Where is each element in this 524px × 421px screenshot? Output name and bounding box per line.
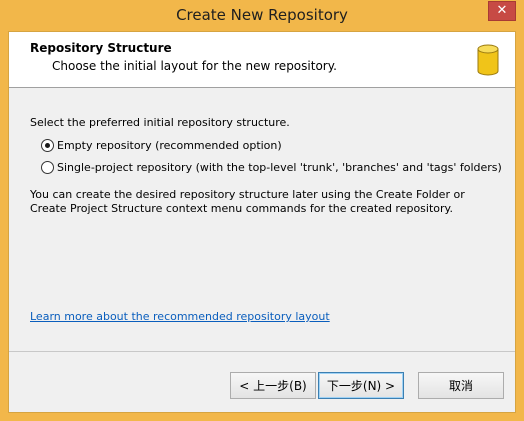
cancel-button[interactable]: 取消 bbox=[418, 372, 504, 399]
page-title: Repository Structure bbox=[30, 41, 172, 55]
back-button-label: < 上一步(B) bbox=[239, 379, 307, 393]
cancel-button-label: 取消 bbox=[448, 379, 473, 393]
close-button[interactable]: ✕ bbox=[488, 1, 516, 21]
single-project-radio[interactable] bbox=[41, 160, 54, 174]
footer-divider bbox=[9, 351, 515, 352]
dialog-window: Create New Repository ✕ Repository Struc… bbox=[0, 0, 524, 421]
structure-prompt: Select the preferred initial repository … bbox=[30, 116, 290, 129]
dialog-client-area: Repository Structure Choose the initial … bbox=[8, 31, 516, 413]
back-button[interactable]: < 上一步(B) bbox=[230, 372, 316, 399]
wizard-header: Repository Structure Choose the initial … bbox=[9, 32, 515, 88]
structure-info-text: You can create the desired repository st… bbox=[30, 188, 465, 215]
learn-more-link[interactable]: Learn more about the recommended reposit… bbox=[30, 310, 330, 323]
next-button-label: 下一步(N) > bbox=[326, 379, 396, 393]
empty-repository-radio[interactable] bbox=[41, 138, 54, 152]
next-button[interactable]: 下一步(N) > bbox=[318, 372, 404, 399]
single-project-option[interactable]: Single-project repository (with the top-… bbox=[41, 159, 502, 175]
single-project-label[interactable]: Single-project repository (with the top-… bbox=[57, 161, 502, 174]
title-bar[interactable]: Create New Repository ✕ bbox=[0, 0, 524, 32]
database-icon bbox=[477, 44, 499, 76]
close-icon: ✕ bbox=[496, 3, 508, 18]
window-title: Create New Repository bbox=[176, 6, 348, 24]
empty-repository-label[interactable]: Empty repository (recommended option) bbox=[57, 139, 282, 152]
empty-repository-option[interactable]: Empty repository (recommended option) bbox=[41, 137, 282, 153]
page-subtitle: Choose the initial layout for the new re… bbox=[52, 59, 337, 73]
